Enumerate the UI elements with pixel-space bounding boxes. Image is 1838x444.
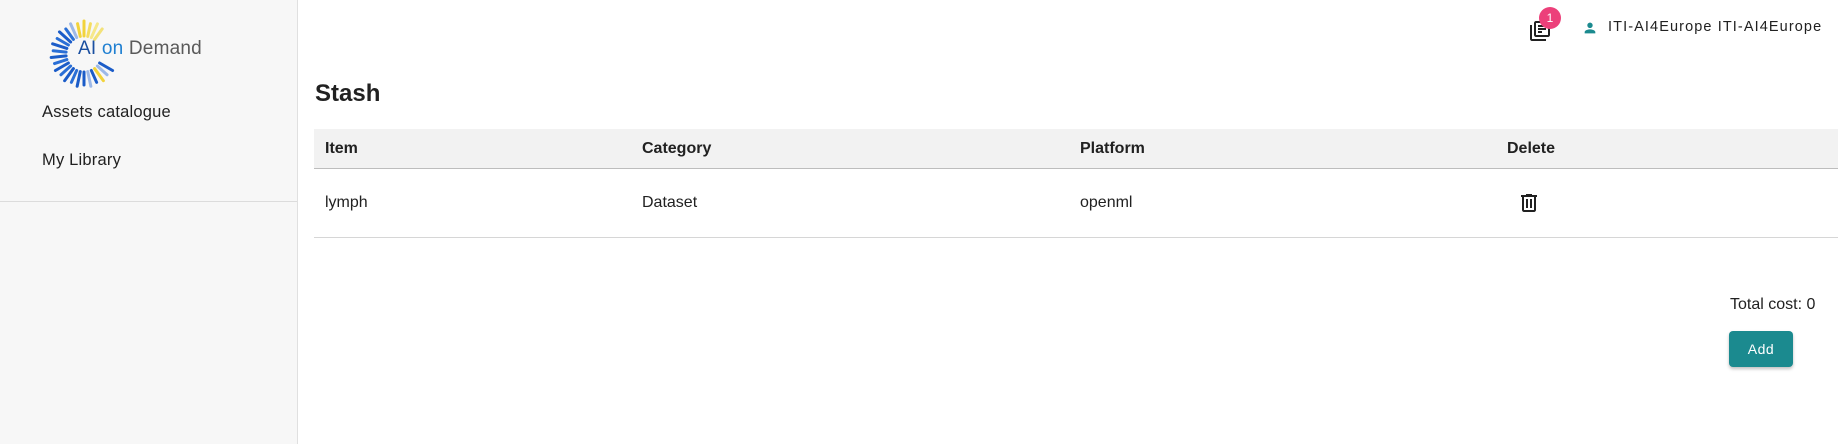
user-name: ITI-AI4Europe ITI-AI4Europe — [1608, 19, 1823, 35]
column-header-delete: Delete — [1507, 140, 1556, 157]
cell-category: Dataset — [642, 194, 698, 211]
trash-icon — [1521, 194, 1537, 212]
total-cost: Total cost: 0 — [1730, 296, 1816, 313]
sidebar-item-my-library[interactable]: My Library — [0, 144, 297, 192]
sidebar-divider — [0, 201, 297, 202]
cell-item: lymph — [325, 194, 368, 211]
logo-word-ai: AI — [78, 38, 97, 59]
column-header-platform: Platform — [1080, 140, 1145, 157]
person-icon — [1584, 22, 1596, 34]
delete-button[interactable] — [1517, 191, 1541, 215]
logo-wordmark: AI on Demand — [78, 38, 202, 60]
ai-on-demand-logo[interactable]: AI on Demand — [48, 18, 208, 88]
stash-count-badge: 1 — [1539, 7, 1561, 29]
cell-platform: openml — [1080, 194, 1133, 211]
sidebar-nav: Assets catalogue My Library — [0, 96, 297, 192]
page-title: Stash — [315, 80, 381, 107]
app-root: AI on Demand Assets catalogue My Library… — [0, 0, 1838, 444]
table-header: Item Category Platform Delete — [314, 129, 1838, 169]
add-button[interactable]: Add — [1729, 331, 1793, 367]
sidebar: AI on Demand Assets catalogue My Library — [0, 0, 298, 444]
column-header-item: Item — [325, 140, 358, 157]
table-row: lymph Dataset openml — [314, 169, 1838, 238]
logo-word-on: on — [101, 38, 124, 59]
logo-word-demand: Demand — [128, 38, 202, 59]
stash-table: Item Category Platform Delete lymph Data… — [314, 129, 1838, 238]
column-header-category: Category — [642, 140, 712, 157]
sidebar-item-assets-catalogue[interactable]: Assets catalogue — [0, 96, 297, 144]
